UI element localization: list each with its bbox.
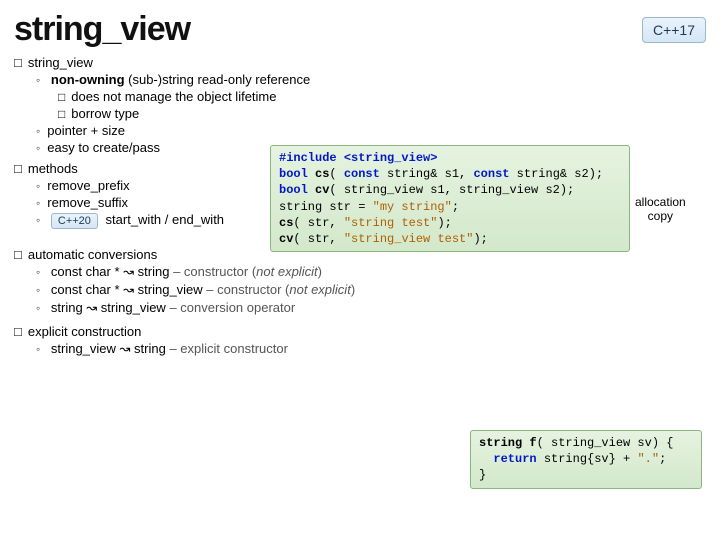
- borrow-note: borrow type: [58, 106, 706, 121]
- lifetime-note: does not manage the object lifetime: [58, 89, 706, 104]
- code-example-func: string f( string_view sv) { return strin…: [470, 430, 702, 489]
- conv-char-sv: const char * ↝ string_view – constructor…: [36, 282, 706, 298]
- conv-char-string: const char * ↝ string – constructor (not…: [36, 264, 706, 280]
- section-string-view: string_view: [14, 55, 93, 70]
- section-auto-conv: automatic conversions: [14, 247, 157, 262]
- conv-string-sv: string ↝ string_view – conversion operat…: [36, 300, 706, 316]
- nonowning-line: non-owning (sub-)string read-only refere…: [36, 72, 706, 121]
- page-title: string_view: [14, 10, 190, 49]
- code-example-main: #include <string_view> bool cs( const st…: [270, 145, 630, 252]
- explicit-sv-string: string_view ↝ string – explicit construc…: [36, 341, 706, 357]
- section-explicit: explicit construction: [14, 324, 141, 339]
- cpp17-badge: C++17: [642, 17, 706, 43]
- pointer-size: pointer + size: [36, 123, 706, 138]
- cpp20-badge: C++20: [51, 213, 98, 229]
- allocation-note: allocation copy: [635, 195, 686, 224]
- section-methods: methods: [14, 161, 78, 176]
